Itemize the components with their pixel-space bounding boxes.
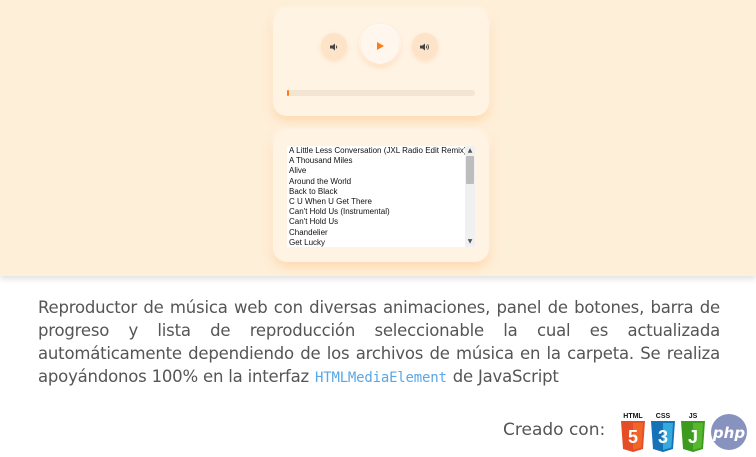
playlist-option[interactable]: A Little Less Conversation (JXL Radio Ed… — [289, 146, 467, 156]
svg-text:CSS: CSS — [656, 413, 671, 420]
html5-logo-icon: HTML 5 — [619, 411, 647, 457]
svg-text:5: 5 — [628, 427, 638, 447]
scroll-thumb[interactable] — [466, 156, 474, 184]
play-button[interactable] — [361, 26, 399, 64]
description-text-end: de JavaScript — [452, 367, 559, 386]
project-description: Reproductor de música web con diversas a… — [38, 296, 720, 390]
tech-logos: HTML 5 CSS 3 JS J php — [619, 411, 751, 453]
playlist-option[interactable]: Get Lucky — [289, 238, 463, 247]
playlist-option[interactable]: Chandelier — [289, 228, 463, 238]
volume-up-button[interactable] — [412, 33, 438, 59]
demo-preview-area: A Little Less Conversation (JXL Radio Ed… — [0, 0, 756, 276]
playlist-scrollbar[interactable]: ▲ ▼ — [465, 146, 475, 247]
playlist-select[interactable]: A Little Less Conversation (JXL Radio Ed… — [287, 146, 475, 247]
php-logo-icon: php — [709, 413, 749, 455]
playlist-option[interactable]: C U When U Get There — [289, 197, 463, 207]
volume-down-button[interactable] — [321, 33, 347, 59]
progress-fill — [287, 90, 289, 96]
playlist-option[interactable]: Back to Black — [289, 187, 463, 197]
javascript-logo-icon: JS J — [679, 411, 707, 457]
scroll-down-arrow-icon[interactable]: ▼ — [465, 237, 475, 247]
svg-text:HTML: HTML — [623, 413, 643, 420]
player-panel — [273, 10, 489, 116]
playlist-option[interactable]: Can't Hold Us — [289, 217, 463, 227]
svg-text:php: php — [712, 424, 745, 442]
volume-down-icon — [329, 37, 339, 56]
playlist-panel: A Little Less Conversation (JXL Radio Ed… — [273, 132, 489, 262]
playlist-option[interactable]: Can't Hold Us (Instrumental) — [289, 207, 463, 217]
svg-text:3: 3 — [658, 427, 668, 447]
playlist-option[interactable]: A Thousand Miles — [289, 156, 463, 166]
play-icon — [375, 36, 385, 55]
playlist-option[interactable]: Around the World — [289, 177, 463, 187]
svg-text:JS: JS — [689, 413, 698, 420]
scroll-up-arrow-icon[interactable]: ▲ — [465, 146, 475, 156]
playlist-options: A Little Less Conversation (JXL Radio Ed… — [289, 146, 467, 247]
playlist-option[interactable]: Alive — [289, 166, 463, 176]
css3-logo-icon: CSS 3 — [649, 411, 677, 457]
svg-text:J: J — [688, 427, 698, 447]
created-with-label: Creado con: — [503, 420, 606, 440]
progress-bar[interactable] — [287, 90, 475, 96]
volume-up-icon — [419, 37, 431, 56]
code-term: HTMLMediaElement — [315, 370, 447, 386]
